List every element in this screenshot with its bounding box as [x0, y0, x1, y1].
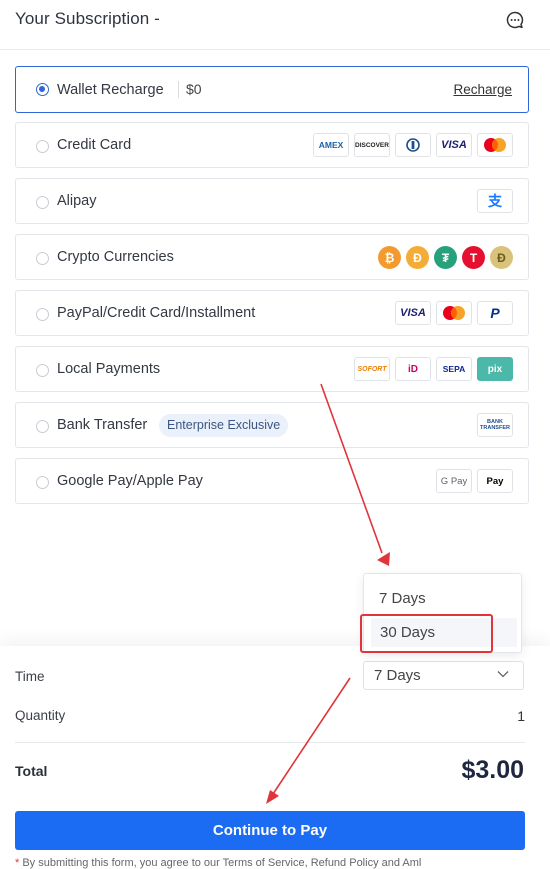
- wallet-logos: G Pay Pay: [436, 469, 513, 493]
- continue-to-pay-button[interactable]: Continue to Pay: [15, 811, 525, 850]
- visa-logo: VISA: [436, 133, 472, 157]
- local-logos: SOFORT iD SEPA pix: [354, 357, 513, 381]
- amex-logo: AMEX: [313, 133, 349, 157]
- crypto-logos: ₿ Ð ₮ T Ð: [378, 246, 513, 269]
- recharge-link[interactable]: Recharge: [453, 82, 512, 97]
- radio[interactable]: [36, 420, 49, 433]
- dropdown-option-7-days[interactable]: 7 Days: [379, 590, 426, 607]
- bank-transfer-logo: BANK TRANSFER: [477, 413, 513, 437]
- radio-selected[interactable]: [36, 83, 49, 96]
- method-label: Local Payments: [57, 361, 161, 377]
- alipay-logo: 支: [477, 189, 513, 213]
- bitcoin-icon: ₿: [378, 246, 401, 269]
- method-label: Wallet Recharge: [57, 82, 164, 98]
- mastercard-logo: [436, 301, 472, 325]
- radio[interactable]: [36, 308, 49, 321]
- apple-pay-logo: Pay: [477, 469, 513, 493]
- pix-logo: pix: [477, 357, 513, 381]
- subscription-page: Your Subscription - Wallet Recharge $0 R…: [0, 0, 550, 869]
- paypal-logos: VISA P: [395, 301, 513, 325]
- total-value: $3.00: [461, 756, 524, 784]
- tron-icon: T: [462, 246, 485, 269]
- discover-logo: DISCOVER: [354, 133, 390, 157]
- radio[interactable]: [36, 252, 49, 265]
- radio[interactable]: [36, 196, 49, 209]
- chat-bubble-icon[interactable]: [505, 10, 525, 30]
- payment-method-local[interactable]: Local Payments SOFORT iD SEPA pix: [15, 346, 529, 392]
- dai-icon: Ð: [406, 246, 429, 269]
- terms-text: By submitting this form, you agree to ou…: [22, 857, 422, 869]
- ideal-logo: iD: [395, 357, 431, 381]
- quantity-label: Quantity: [15, 708, 66, 723]
- payment-method-bank-transfer[interactable]: Bank Transfer Enterprise Exclusive BANK …: [15, 402, 529, 448]
- alipay-logos: 支: [477, 189, 513, 213]
- terms-notice: * By submitting this form, you agree to …: [15, 857, 421, 869]
- method-label: Credit Card: [57, 137, 132, 153]
- sepa-logo: SEPA: [436, 357, 472, 381]
- time-select-value: 7 Days: [374, 667, 421, 684]
- highlight-box: [360, 614, 493, 653]
- bank-logos: BANK TRANSFER: [477, 413, 513, 437]
- time-select[interactable]: 7 Days: [363, 661, 524, 690]
- payment-method-credit-card[interactable]: Credit Card AMEX DISCOVER VISA: [15, 122, 529, 168]
- enterprise-badge: Enterprise Exclusive: [159, 414, 289, 437]
- header: Your Subscription -: [0, 0, 550, 50]
- radio[interactable]: [36, 476, 49, 489]
- dogecoin-icon: Ð: [490, 246, 513, 269]
- visa-logo: VISA: [395, 301, 431, 325]
- chevron-down-icon: [497, 671, 509, 678]
- sofort-logo: SOFORT: [354, 357, 390, 381]
- method-label: Alipay: [57, 193, 97, 209]
- divider: [15, 742, 525, 743]
- time-label: Time: [15, 669, 45, 684]
- quantity-value: 1: [517, 708, 525, 724]
- card-logos: AMEX DISCOVER VISA: [313, 133, 513, 157]
- paypal-logo: P: [477, 301, 513, 325]
- radio[interactable]: [36, 364, 49, 377]
- method-label: Crypto Currencies: [57, 249, 174, 265]
- radio[interactable]: [36, 140, 49, 153]
- required-star: *: [15, 857, 20, 869]
- total-label: Total: [15, 763, 48, 779]
- method-label: Bank Transfer: [57, 417, 148, 433]
- payment-method-google-apple-pay[interactable]: Google Pay/Apple Pay G Pay Pay: [15, 458, 529, 504]
- mastercard-logo: [477, 133, 513, 157]
- payment-method-paypal[interactable]: PayPal/Credit Card/Installment VISA P: [15, 290, 529, 336]
- method-label: Google Pay/Apple Pay: [57, 473, 203, 489]
- payment-method-wallet[interactable]: Wallet Recharge $0 Recharge: [15, 66, 529, 113]
- wallet-balance: $0: [178, 81, 202, 98]
- page-title: Your Subscription -: [15, 9, 160, 28]
- payment-method-crypto[interactable]: Crypto Currencies ₿ Ð ₮ T Ð: [15, 234, 529, 280]
- diners-logo: [395, 133, 431, 157]
- google-pay-logo: G Pay: [436, 469, 472, 493]
- method-label: PayPal/Credit Card/Installment: [57, 305, 256, 321]
- tether-icon: ₮: [434, 246, 457, 269]
- payment-method-alipay[interactable]: Alipay 支: [15, 178, 529, 224]
- payment-methods-list: Wallet Recharge $0 Recharge Credit Card …: [15, 66, 529, 514]
